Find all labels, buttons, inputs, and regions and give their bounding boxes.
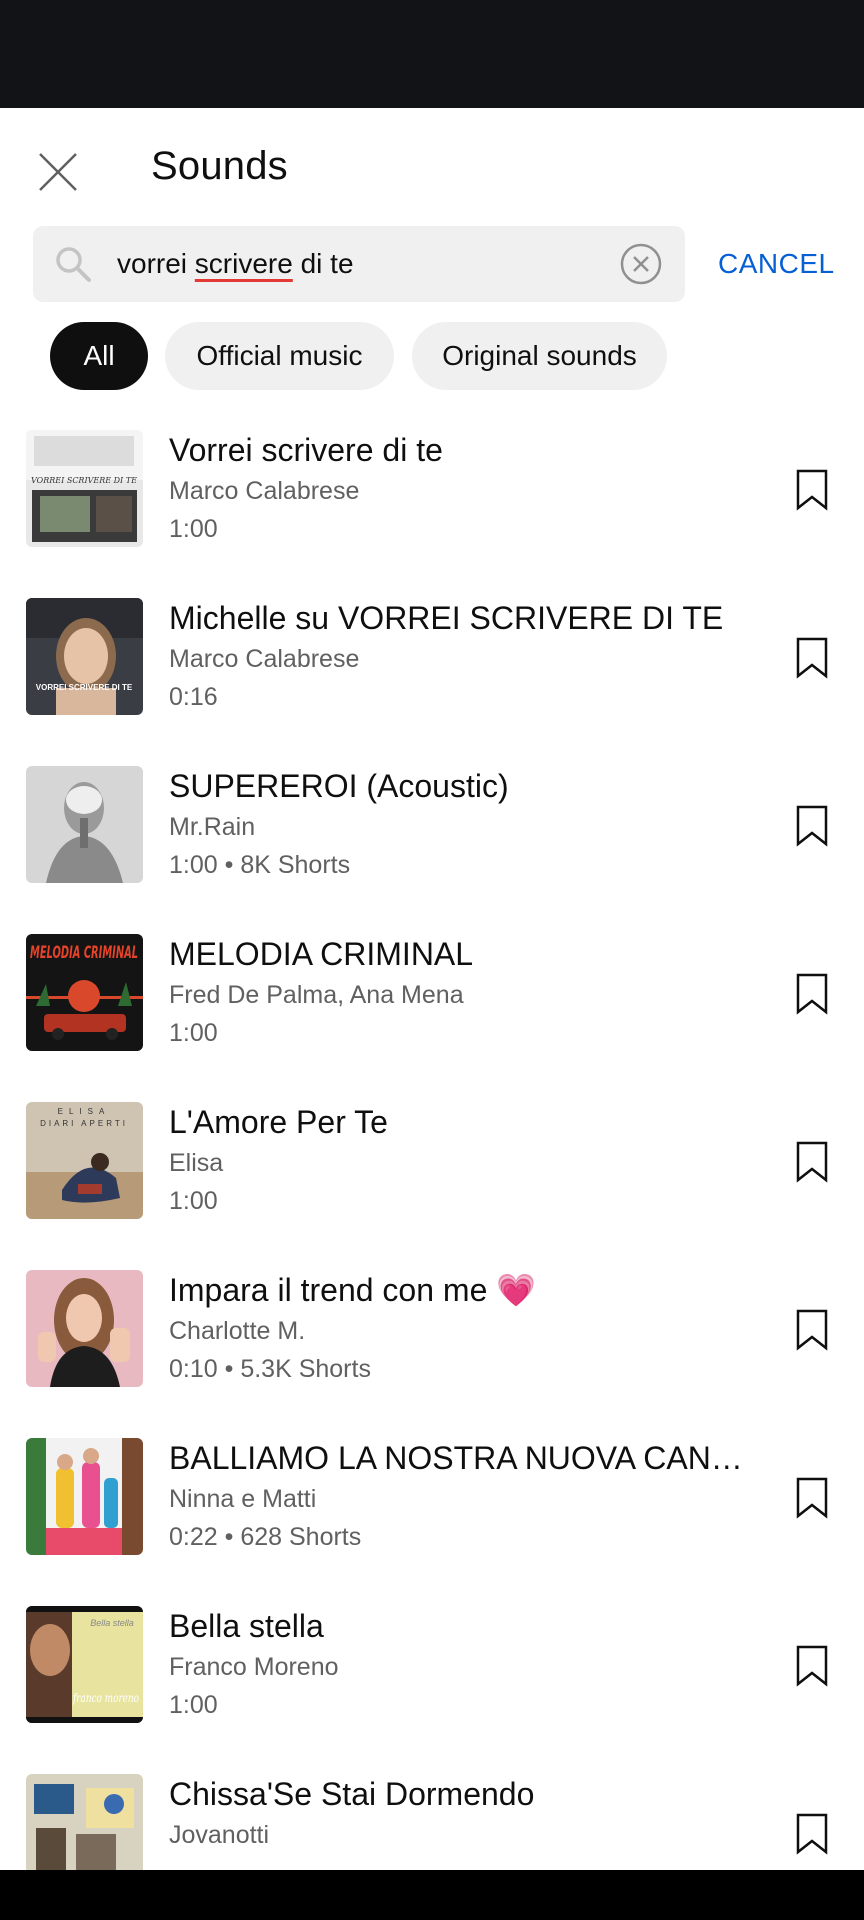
sound-title: Bella stella	[169, 1608, 324, 1644]
sound-artist: Mr.Rain	[169, 813, 256, 841]
sound-duration: 1:00	[169, 1019, 218, 1047]
sound-title: L'Amore Per Te	[169, 1104, 388, 1140]
sound-meta: 0:10 • 5.3K Shorts	[169, 1351, 759, 1387]
search-icon	[56, 247, 91, 282]
thumbnail	[26, 766, 143, 883]
sound-artist: Jovanotti	[169, 1821, 270, 1849]
sound-shorts-count: 628 Shorts	[240, 1523, 362, 1551]
navigation-bar	[0, 1870, 864, 1920]
thumbnail-caption: MELODIA CRIMINAL	[30, 943, 138, 963]
thumbnail	[26, 1438, 143, 1555]
thumbnail	[26, 1774, 143, 1870]
sound-duration: 1:00	[169, 515, 218, 543]
list-item[interactable]: Bella stella franco moreno Bella stella …	[0, 1606, 864, 1774]
list-item[interactable]: Impara il trend con me 💗 Charlotte M. 0:…	[0, 1270, 864, 1438]
sheet-header: Sounds	[0, 108, 864, 223]
query-misspelled-word: scrivere	[194, 248, 293, 279]
list-item[interactable]: Chissa'Se Stai Dormendo Jovanotti	[0, 1774, 864, 1870]
sound-artist: Fred De Palma, Ana Mena	[169, 981, 464, 1009]
bookmark-icon[interactable]	[792, 1140, 832, 1184]
sound-meta: 1:00	[169, 1687, 759, 1723]
search-box[interactable]: vorrei scrivere di te	[33, 226, 685, 302]
sound-artist: Elisa	[169, 1149, 224, 1177]
query-part: vorrei	[117, 248, 195, 279]
sounds-sheet: Sounds vorrei scrivere di te CANCEL All …	[0, 108, 864, 1870]
thumbnail-caption: ELISA	[58, 1107, 111, 1116]
bookmark-icon[interactable]	[792, 1644, 832, 1688]
bookmark-icon[interactable]	[792, 1812, 832, 1856]
sound-artist: Charlotte M.	[169, 1317, 306, 1345]
sound-duration: 0:16	[169, 683, 218, 711]
sound-meta: 1:00	[169, 1015, 759, 1051]
query-part: di te	[292, 248, 354, 279]
sound-duration: 1:00	[169, 1691, 218, 1719]
list-item[interactable]: VORREI SCRIVERE DI TE Michelle su VORREI…	[0, 598, 864, 766]
thumbnail-caption: franco moreno	[72, 1691, 139, 1705]
thumbnail-caption: Bella stella	[90, 1618, 134, 1628]
bookmark-icon[interactable]	[792, 1476, 832, 1520]
sound-title: Vorrei scrivere di te	[169, 432, 443, 468]
sound-meta: 1:00	[169, 1183, 759, 1219]
search-input[interactable]: vorrei scrivere di te	[117, 242, 617, 286]
thumbnail	[26, 1270, 143, 1387]
list-item[interactable]: BALLIAMO LA NOSTRA NUOVA CANZONE Ninna e…	[0, 1438, 864, 1606]
sound-meta: 1:00 • 8K Shorts	[169, 847, 759, 883]
search-row: vorrei scrivere di te CANCEL	[0, 226, 864, 302]
list-item[interactable]: VORREI SCRIVERE DI TE Vorrei scrivere di…	[0, 430, 864, 598]
bookmark-icon[interactable]	[792, 468, 832, 512]
sound-title: Impara il trend con me 💗	[169, 1272, 537, 1308]
status-bar	[0, 0, 864, 108]
sound-title: SUPEREROI (Acoustic)	[169, 768, 509, 804]
page-title: Sounds	[151, 144, 288, 188]
sound-shorts-count: 5.3K Shorts	[240, 1355, 371, 1383]
sound-duration: 0:10	[169, 1355, 218, 1383]
sound-title: MELODIA CRIMINAL	[169, 936, 474, 972]
sound-meta: 0:22 • 628 Shorts	[169, 1519, 759, 1555]
sound-shorts-count: 8K Shorts	[240, 851, 351, 879]
close-button[interactable]	[28, 142, 88, 202]
clear-icon[interactable]	[619, 242, 663, 286]
thumbnail: ELISA DIARI APERTI	[26, 1102, 143, 1219]
list-item[interactable]: MELODIA CRIMINAL MELODIA CRIMINAL Fred D…	[0, 934, 864, 1102]
meta-separator: •	[217, 851, 241, 879]
sound-artist: Franco Moreno	[169, 1653, 339, 1681]
sound-title: Chissa'Se Stai Dormendo	[169, 1776, 535, 1812]
thumbnail: VORREI SCRIVERE DI TE	[26, 598, 143, 715]
sound-title: BALLIAMO LA NOSTRA NUOVA CANZONE	[169, 1440, 759, 1476]
bookmark-icon[interactable]	[792, 636, 832, 680]
sound-title: Michelle su VORREI SCRIVERE DI TE	[169, 600, 724, 636]
filter-chips: All Official music Original sounds	[0, 322, 864, 390]
sound-duration: 1:00	[169, 1187, 218, 1215]
sound-artist: Marco Calabrese	[169, 477, 360, 505]
list-item[interactable]: ELISA DIARI APERTI L'Amore Per Te Elisa …	[0, 1102, 864, 1270]
sound-meta: 1:00	[169, 511, 759, 547]
sound-artist: Marco Calabrese	[169, 645, 360, 673]
sound-duration: 0:22	[169, 1523, 218, 1551]
chip-original-sounds[interactable]: Original sounds	[412, 322, 667, 390]
sound-duration: 1:00	[169, 851, 218, 879]
thumbnail: VORREI SCRIVERE DI TE	[26, 430, 143, 547]
thumbnail: Bella stella franco moreno	[26, 1606, 143, 1723]
thumbnail-caption: VORREI SCRIVERE DI TE	[36, 683, 133, 692]
chip-all[interactable]: All	[50, 322, 148, 390]
bookmark-icon[interactable]	[792, 804, 832, 848]
bookmark-icon[interactable]	[792, 1308, 832, 1352]
sound-artist: Ninna e Matti	[169, 1485, 317, 1513]
meta-separator: •	[217, 1523, 241, 1551]
cancel-button[interactable]: CANCEL	[718, 246, 835, 282]
meta-separator: •	[217, 1355, 241, 1383]
bookmark-icon[interactable]	[792, 972, 832, 1016]
sound-meta: 0:16	[169, 679, 759, 715]
chip-official-music[interactable]: Official music	[165, 322, 394, 390]
list-item[interactable]: SUPEREROI (Acoustic) Mr.Rain 1:00 • 8K S…	[0, 766, 864, 934]
close-icon	[39, 153, 77, 191]
thumbnail-caption: VORREI SCRIVERE DI TE	[31, 476, 137, 485]
thumbnail-caption: DIARI APERTI	[40, 1119, 128, 1128]
thumbnail: MELODIA CRIMINAL	[26, 934, 143, 1051]
